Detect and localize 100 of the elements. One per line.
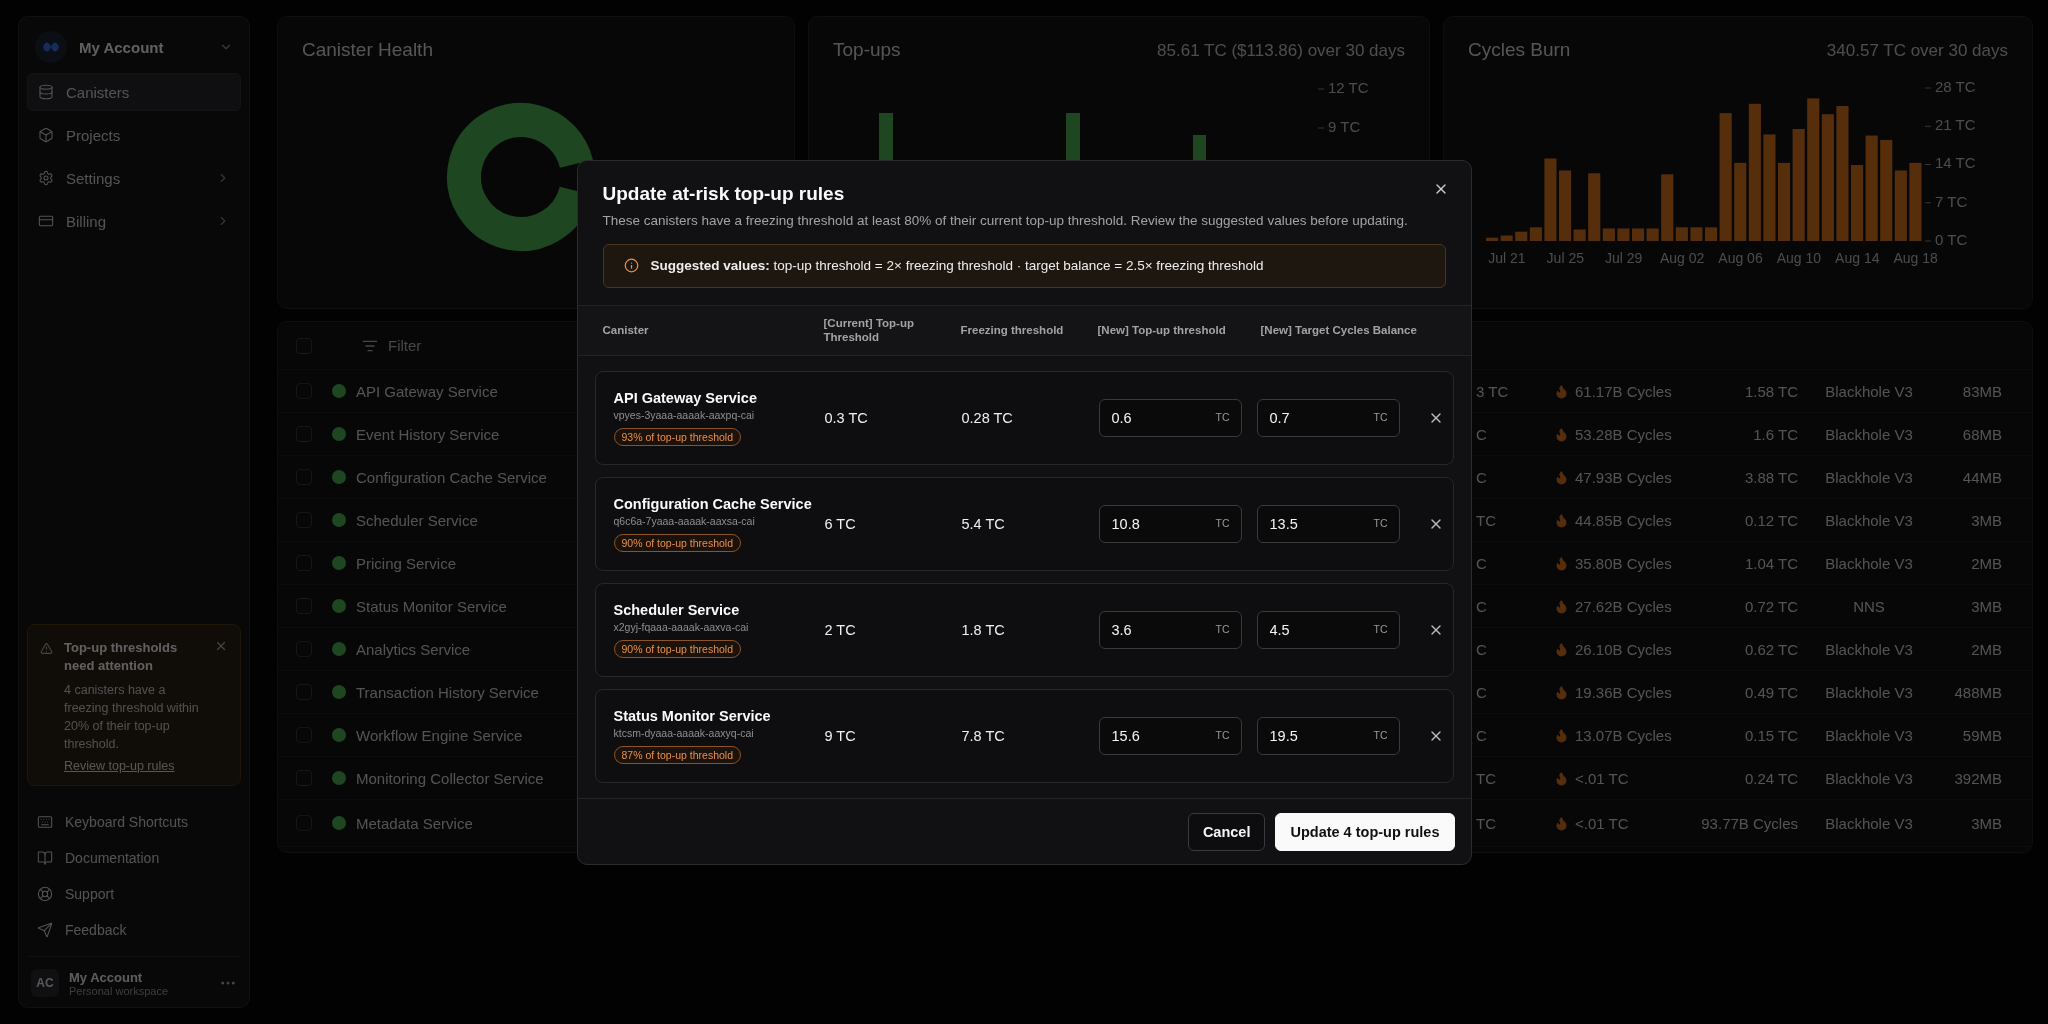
table-cell-text: 3MB [1970,814,2002,832]
cancel-button[interactable]: Cancel [1187,812,1266,851]
unit-label: TC [1215,410,1230,423]
table-cell-text: Blackhole V3 [1824,511,1914,529]
table-cell: Scheduler Service [356,511,478,529]
table-cell-text: C [1476,597,1488,615]
table-cell: Status Monitor Service [356,597,507,615]
bar [1778,162,1791,241]
x-tick-label: Jul 25 [1546,250,1585,266]
flame-icon [1554,727,1569,743]
table-cell-text: 9 TC [824,727,857,744]
table-cell-text: 0.15 TC [1743,726,1798,744]
table-cell-text: C [1476,554,1488,572]
table-cell: 53.28B Cycles [1575,425,1672,443]
table-cell: 35.80B Cycles [1575,554,1672,572]
bar [1675,227,1688,241]
canister-id: q6c6a-7yaaa-aaaak-aaxsa-cai [613,514,755,527]
table-cell-text: TC [1476,769,1497,787]
unit-label: TC [1215,516,1230,529]
x-tick-label: Aug 06 [1718,250,1763,266]
bar [1763,134,1776,241]
table-cell-text: 0.72 TC [1743,597,1798,615]
table-cell-text: 0.49 TC [1743,683,1798,701]
close-icon[interactable] [214,639,228,653]
bar [1851,165,1864,241]
canister-id: ktcsm-dyaaa-aaaak-aaxyq-cai [613,726,754,739]
card-title: Canister Health [302,39,433,61]
table-cell-text: C [1476,425,1488,443]
user-name: My Account [69,969,144,985]
account-name: My Account [79,38,165,56]
unit-label: TC [1373,410,1388,423]
update-button[interactable]: Update 4 top-up rules [1275,812,1455,851]
bar [1515,231,1528,241]
column-header: [New] Target Cycles Balance [1260,323,1418,337]
bar [1646,228,1659,241]
table-cell: API Gateway Service [356,382,498,400]
flame-icon [1554,641,1569,657]
table-cell-text: Blackhole V3 [1824,425,1914,443]
flame-icon [1554,684,1569,700]
status-dot [332,513,346,527]
table-cell-text: 1.6 TC [1752,425,1798,443]
user-avatar: AC [31,969,59,997]
table-cell-text: TC [1476,511,1497,529]
warning-icon [40,642,53,655]
flame-icon [1554,383,1569,399]
table-cell-text: Blackhole V3 [1824,382,1914,400]
bar [1661,174,1674,241]
bar [1500,235,1513,241]
bar [1588,173,1601,241]
bar [1559,170,1572,241]
table-cell: 19.36B Cycles [1575,683,1672,701]
table-cell-text: C [1476,683,1488,701]
bar [1544,158,1557,241]
y-tick-label: 7 TC [1935,192,1968,210]
bar [1880,139,1893,241]
table-cell-text: 3MB [1970,597,2002,615]
unit-label: TC [1373,728,1388,741]
threshold-badge: 90% of top-up threshold [613,533,741,552]
table-cell-text: 6 TC [824,515,857,532]
x-tick-label: Aug 02 [1659,250,1705,266]
canister-id: vpyes-3yaaa-aaaak-aaxpq-cai [613,408,755,421]
canister-name: Scheduler Service [613,601,740,618]
table-cell-text: Blackhole V3 [1824,683,1914,701]
bar [1632,228,1645,241]
table-cell-text: Blackhole V3 [1824,640,1914,658]
table-cell-text: 1.58 TC [1743,382,1798,400]
send-icon [37,922,53,938]
bar [1909,162,1922,241]
flame-icon [1554,598,1569,614]
table-cell: Monitoring Collector Service [356,769,544,787]
bar [1734,162,1747,241]
table-cell: Pricing Service [356,554,457,572]
flame-icon [1554,426,1569,442]
card-title: Top-ups [833,39,901,61]
table-cell-text: 392MB [1953,769,2002,787]
flame-icon [1554,512,1569,528]
status-dot [332,816,346,830]
table-cell-text: 0.24 TC [1743,769,1798,787]
card-summary: 340.57 TC over 30 days [1826,41,2008,61]
threshold-badge: 87% of top-up threshold [613,745,741,764]
status-dot [332,470,346,484]
table-cell-text: 3 TC [1476,382,1510,400]
database-icon [38,84,54,100]
bar [1602,228,1615,241]
bar [1748,103,1761,241]
card-title: Cycles Burn [1468,39,1571,61]
flame-icon [1554,555,1569,571]
suggestion-text: Suggested values: top-up threshold = 2× freezing threshold · target balance = 2.5× freezing threshold [650,258,1264,273]
x-tick-label: Jul 29 [1605,250,1643,266]
notice-text: 4 canisters have a freezing threshold within 20% of their top-up threshold. [64,682,200,753]
table-cell-text: 3.88 TC [1743,468,1798,486]
canister-id: x2gyj-fqaaa-aaaak-aaxva-cai [613,620,749,633]
table-cell: 44.85B Cycles [1575,511,1672,529]
bar [1617,228,1630,241]
dialog-title: Update at-risk top-up rules [602,182,845,205]
table-cell-text: Blackhole V3 [1824,769,1914,787]
table-cell-text: Blackhole V3 [1824,726,1914,744]
table-cell-text: C [1476,726,1488,744]
card-summary: 85.61 TC ($113.86) over 30 days [1157,41,1405,61]
bar [1486,237,1499,241]
